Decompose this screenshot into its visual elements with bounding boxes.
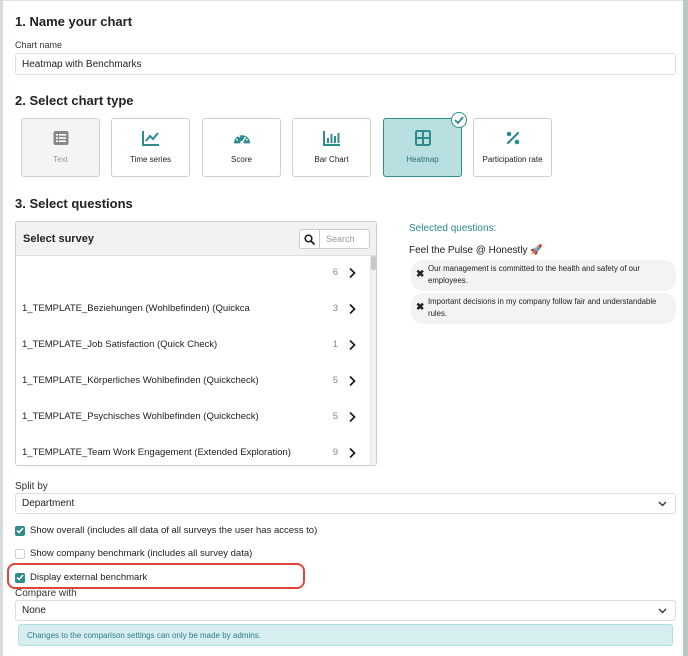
show-overall-checkbox[interactable] <box>15 525 25 536</box>
remove-question-icon[interactable]: ✖ <box>416 269 424 280</box>
show-overall-option[interactable]: Show overall (includes all data of all s… <box>15 525 317 536</box>
chart-name-label: Chart name <box>15 40 63 50</box>
show-company-benchmark-label: Show company benchmark (includes all sur… <box>30 548 253 559</box>
chevron-right-icon <box>349 447 356 459</box>
chart-editor-panel: 1. Name your chart Chart name Heatmap wi… <box>3 0 683 656</box>
chevron-down-icon <box>658 608 667 614</box>
survey-name: 1_TEMPLATE_Beziehungen (Wohlbefinden) (Q… <box>22 303 250 314</box>
survey-selector-title: Select survey <box>23 233 94 245</box>
gauge-icon <box>233 129 251 147</box>
compare-with-label: Compare with <box>15 588 77 599</box>
chart-type-text[interactable]: Text <box>21 118 100 177</box>
remove-question-icon[interactable]: ✖ <box>416 302 424 313</box>
chart-type-label: Heatmap <box>406 155 439 164</box>
chart-type-label: Score <box>231 155 252 164</box>
survey-list-item[interactable]: 1_TEMPLATE_Job Satisfaction (Quick Check… <box>16 335 368 355</box>
show-company-benchmark-option[interactable]: Show company benchmark (includes all sur… <box>15 548 252 559</box>
percent-icon <box>504 129 522 147</box>
admin-info-message: Changes to the comparison settings can o… <box>18 624 673 646</box>
section-type-title: 2. Select chart type <box>15 93 134 108</box>
survey-name: 1_TEMPLATE_Körperliches Wohlbefinden (Qu… <box>22 375 259 386</box>
search-icon <box>304 233 315 245</box>
search-button[interactable] <box>299 229 319 249</box>
selected-question-chip: ✖ Our management is committed to the hea… <box>411 260 676 291</box>
survey-list-item[interactable]: 1_TEMPLATE_Team Work Engagement (Extende… <box>16 443 368 463</box>
section-name-title: 1. Name your chart <box>15 14 133 29</box>
chart-type-participation-rate[interactable]: Participation rate <box>473 118 552 177</box>
show-company-benchmark-checkbox[interactable] <box>15 548 25 559</box>
survey-list-item[interactable]: 1_TEMPLATE_Körperliches Wohlbefinden (Qu… <box>16 371 368 391</box>
survey-name: 1_TEMPLATE_Psychisches Wohlbefinden (Qui… <box>22 411 259 422</box>
chart-type-heatmap[interactable]: Heatmap <box>383 112 467 177</box>
survey-selector: Select survey Search 6 1_TEMPLATE_Bezieh… <box>15 221 377 466</box>
chevron-right-icon <box>349 267 356 279</box>
split-by-label: Split by <box>15 481 48 492</box>
split-by-value: Department <box>22 498 75 509</box>
split-by-select[interactable]: Department <box>15 493 676 514</box>
compare-with-value: None <box>22 605 46 616</box>
chevron-right-icon <box>349 375 356 387</box>
survey-count: 3 <box>332 303 338 314</box>
survey-count: 6 <box>332 267 338 278</box>
survey-count: 1 <box>332 339 338 350</box>
chevron-right-icon <box>349 339 356 351</box>
chart-type-score[interactable]: Score <box>202 118 281 177</box>
survey-list-item[interactable]: 1_TEMPLATE_Psychisches Wohlbefinden (Qui… <box>16 407 368 427</box>
survey-list-item[interactable]: 1_TEMPLATE_Beziehungen (Wohlbefinden) (Q… <box>16 299 368 319</box>
survey-list-item[interactable]: 6 <box>16 263 368 283</box>
survey-selector-header: Select survey Search <box>16 222 376 256</box>
survey-name: 1_TEMPLATE_Job Satisfaction (Quick Check… <box>22 339 218 350</box>
survey-count: 5 <box>332 411 338 422</box>
check-icon <box>16 527 24 534</box>
chart-name-input[interactable]: Heatmap with Benchmarks <box>15 53 676 75</box>
background-strip-right <box>683 0 688 656</box>
selected-check-icon <box>451 112 467 128</box>
bar-chart-icon <box>322 129 341 147</box>
selected-questions-title: Selected questions: <box>409 223 497 234</box>
survey-list-scrollbar[interactable] <box>370 256 376 465</box>
scrollbar-thumb[interactable] <box>371 256 376 270</box>
highlight-annotation <box>7 563 305 589</box>
chevron-right-icon <box>349 303 356 315</box>
chart-type-time-series[interactable]: Time series <box>111 118 190 177</box>
chart-type-bar-chart[interactable]: Bar Chart <box>292 118 371 177</box>
chart-type-label: Time series <box>129 155 172 164</box>
chevron-right-icon <box>349 411 356 423</box>
chart-type-label: Text <box>53 155 68 164</box>
text-icon <box>52 129 70 147</box>
compare-with-select[interactable]: None <box>15 600 676 621</box>
survey-count: 5 <box>332 375 338 386</box>
survey-count: 9 <box>332 447 338 458</box>
show-overall-label: Show overall (includes all data of all s… <box>30 525 318 536</box>
selected-question-text: Important decisions in my company follow… <box>428 297 657 318</box>
grid-icon <box>414 129 432 147</box>
chevron-down-icon <box>658 501 667 507</box>
chart-type-label: Bar Chart <box>314 155 349 164</box>
selected-question-chip: ✖ Important decisions in my company foll… <box>411 293 676 324</box>
survey-search-input[interactable]: Search <box>319 229 370 249</box>
selected-question-text: Our management is committed to the healt… <box>428 264 640 285</box>
survey-name: 1_TEMPLATE_Team Work Engagement (Extende… <box>22 447 291 458</box>
section-questions-title: 3. Select questions <box>15 196 133 211</box>
selected-survey-name: Feel the Pulse @ Honestly 🚀 <box>409 245 543 256</box>
line-chart-icon <box>141 129 160 147</box>
chart-type-label: Participation rate <box>482 155 543 164</box>
